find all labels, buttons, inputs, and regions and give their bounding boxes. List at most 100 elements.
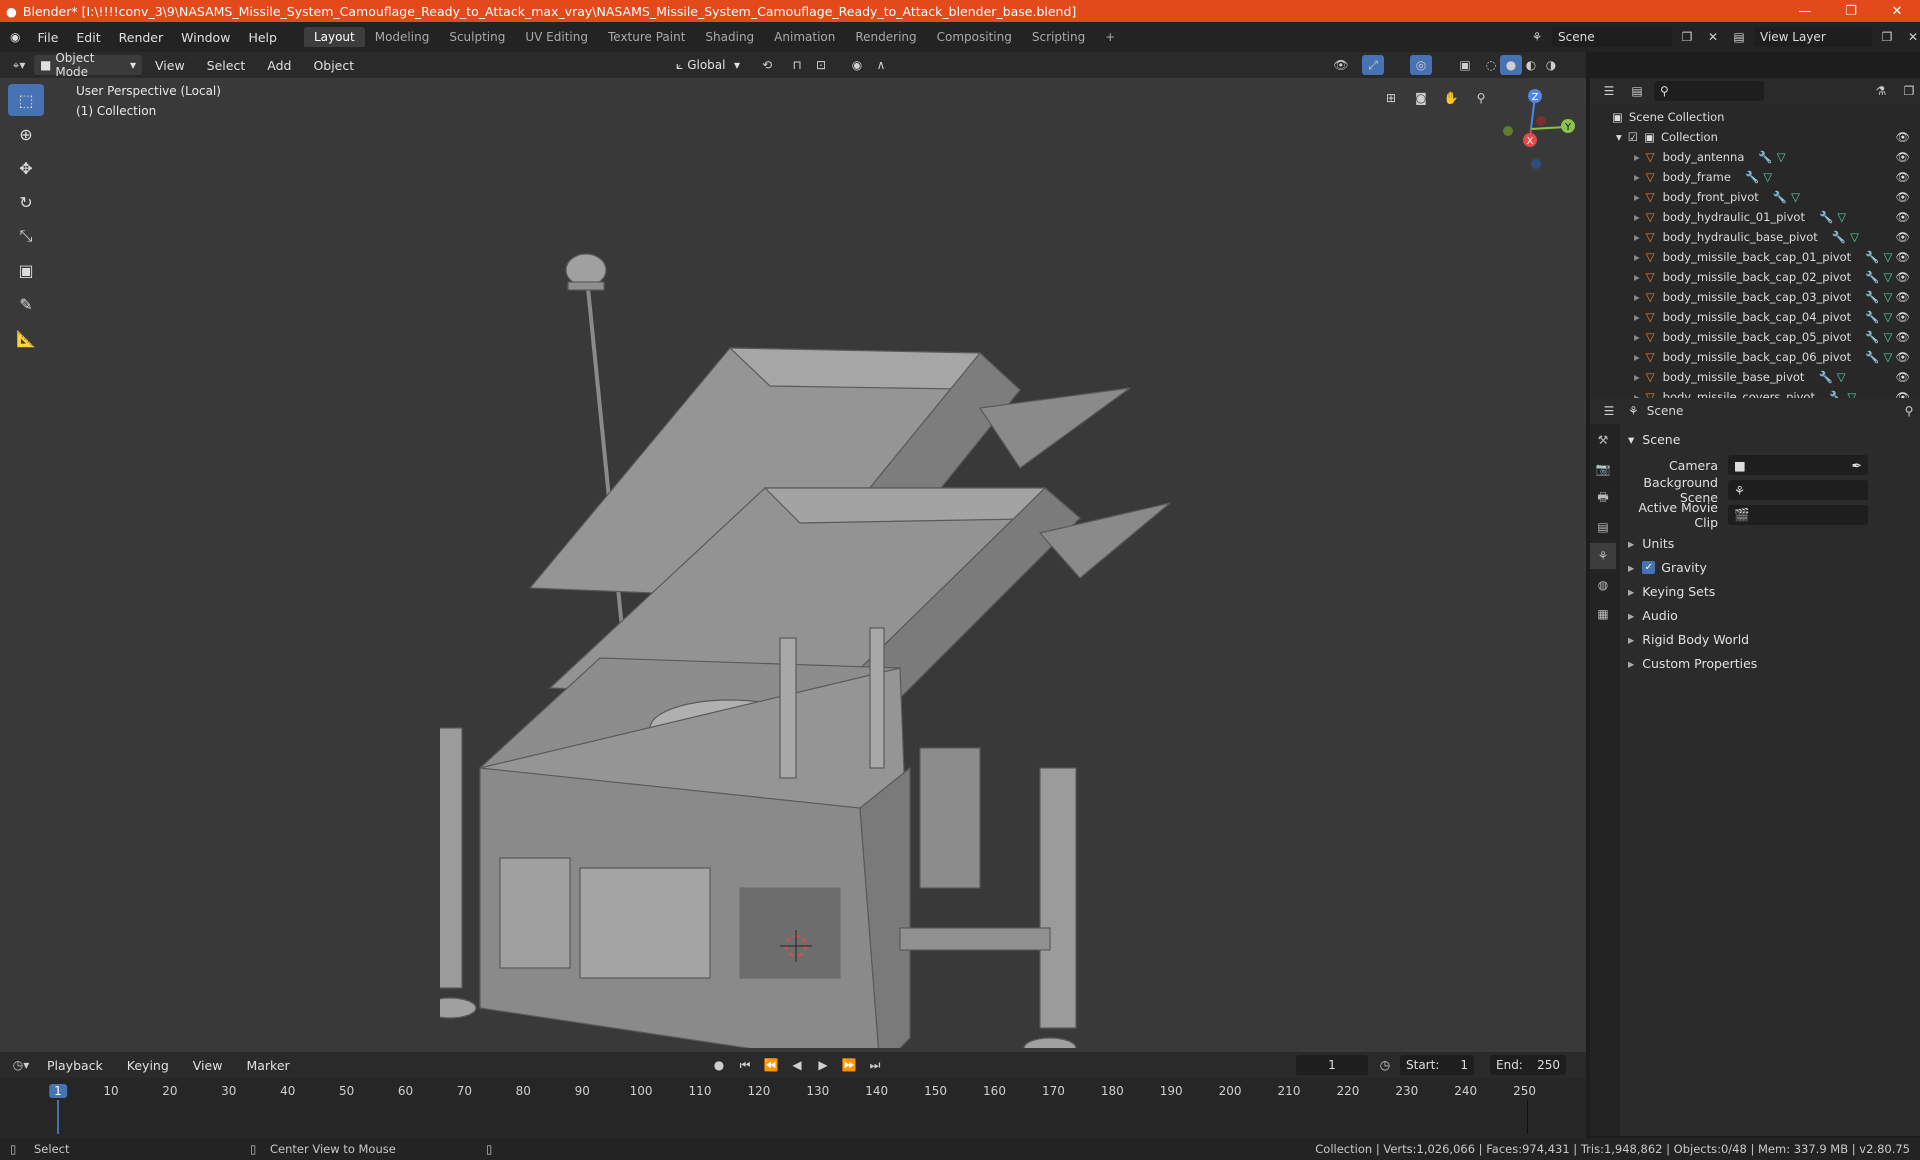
snap-target-icon[interactable]: ⊡ bbox=[810, 55, 832, 75]
eye-icon[interactable]: 👁 bbox=[1895, 130, 1910, 144]
modifier-icon[interactable]: 🔧 bbox=[1865, 250, 1879, 264]
mesh-data-icon[interactable]: ▽ bbox=[1883, 350, 1892, 364]
annotate-tool-icon[interactable]: ✎ bbox=[8, 288, 44, 320]
timeline-keying-menu[interactable]: Keying bbox=[118, 1058, 178, 1073]
eye-icon[interactable]: 👁 bbox=[1895, 170, 1910, 184]
object-mode-dropdown[interactable]: ■ Object Mode ▾ bbox=[34, 51, 142, 79]
outliner-item[interactable]: ▸ ▽ body_missile_back_cap_06_pivot 🔧 ▽ 👁 bbox=[1590, 347, 1920, 367]
modifier-icon[interactable]: 🔧 bbox=[1865, 350, 1879, 364]
render-tab-icon[interactable]: 📷 bbox=[1590, 456, 1616, 482]
prev-keyframe-icon[interactable]: ⏪ bbox=[760, 1055, 782, 1075]
menu-help[interactable]: Help bbox=[239, 30, 286, 45]
scale-tool-icon[interactable]: ⤡ bbox=[8, 220, 44, 252]
modifier-icon[interactable]: 🔧 bbox=[1745, 170, 1759, 184]
expand-arrow-icon[interactable]: ▸ bbox=[1634, 330, 1640, 344]
eye-icon[interactable]: 👁 bbox=[1895, 330, 1910, 344]
tab-animation[interactable]: Animation bbox=[764, 27, 845, 47]
modifier-icon[interactable]: 🔧 bbox=[1865, 330, 1879, 344]
outliner-item[interactable]: ▸ ▽ body_missile_back_cap_05_pivot 🔧 ▽ 👁 bbox=[1590, 327, 1920, 347]
blender-menu-icon[interactable]: ◉ bbox=[10, 30, 20, 44]
expand-arrow-icon[interactable]: ▸ bbox=[1634, 190, 1640, 204]
expand-arrow-icon[interactable]: ▸ bbox=[1634, 210, 1640, 224]
clock-icon[interactable]: ◷ bbox=[1374, 1055, 1396, 1075]
tab-texture-paint[interactable]: Texture Paint bbox=[598, 27, 695, 47]
close-button[interactable]: ✕ bbox=[1874, 0, 1920, 22]
expand-arrow-icon[interactable]: ▸ bbox=[1634, 230, 1640, 244]
world-tab-icon[interactable]: ◍ bbox=[1590, 572, 1616, 598]
snap-icon[interactable]: ⊓ bbox=[786, 55, 808, 75]
modifier-icon[interactable]: 🔧 bbox=[1865, 310, 1879, 324]
eye-icon[interactable]: 👁 bbox=[1895, 190, 1910, 204]
eye-icon[interactable]: 👁 bbox=[1895, 210, 1910, 224]
mesh-data-icon[interactable]: ▽ bbox=[1883, 310, 1892, 324]
timeline-playback-menu[interactable]: Playback bbox=[38, 1058, 112, 1073]
pan-hand-icon[interactable]: ✋ bbox=[1440, 88, 1462, 108]
rendered-shading-icon[interactable]: ◑ bbox=[1540, 55, 1562, 75]
mesh-data-icon[interactable]: ▽ bbox=[1883, 330, 1892, 344]
scene-panel-header[interactable]: ▾ Scene bbox=[1628, 428, 1920, 450]
xray-icon[interactable]: ▣ bbox=[1454, 55, 1476, 75]
missile-launcher-model[interactable] bbox=[440, 168, 1200, 1048]
modifier-icon[interactable]: 🔧 bbox=[1832, 230, 1846, 244]
camera-view-icon[interactable]: ◙ bbox=[1410, 88, 1432, 108]
wireframe-shading-icon[interactable]: ◌ bbox=[1480, 55, 1502, 75]
orientation-dropdown[interactable]: ⟀ Global ▾ bbox=[670, 55, 746, 75]
move-tool-icon[interactable]: ✥ bbox=[8, 152, 44, 184]
outliner-item[interactable]: ▸ ▽ body_hydraulic_base_pivot 🔧 ▽ 👁 bbox=[1590, 227, 1920, 247]
tab-shading[interactable]: Shading bbox=[695, 27, 764, 47]
scene-collection-row[interactable]: ▣ Scene Collection bbox=[1590, 107, 1920, 127]
mesh-data-icon[interactable]: ▽ bbox=[1883, 250, 1892, 264]
3d-viewport[interactable]: User Perspective (Local) (1) Collection … bbox=[0, 78, 1586, 1052]
expand-arrow-icon[interactable]: ▾ bbox=[1616, 130, 1622, 144]
rotate-tool-icon[interactable]: ↻ bbox=[8, 186, 44, 218]
expand-arrow-icon[interactable]: ▸ bbox=[1634, 150, 1640, 164]
expand-arrow-icon[interactable]: ▸ bbox=[1634, 170, 1640, 184]
pivot-icon[interactable]: ⟲ bbox=[756, 55, 778, 75]
scene-tab-icon[interactable]: ⚘ bbox=[1590, 543, 1616, 569]
eye-icon[interactable]: 👁 bbox=[1895, 150, 1910, 164]
eye-icon[interactable]: 👁 bbox=[1895, 370, 1910, 384]
mesh-data-icon[interactable]: ▽ bbox=[1791, 190, 1800, 204]
next-keyframe-icon[interactable]: ⏩ bbox=[838, 1055, 860, 1075]
eye-icon[interactable]: 👁 bbox=[1895, 230, 1910, 244]
camera-field[interactable]: ■ ✒ bbox=[1728, 455, 1868, 475]
outliner-item[interactable]: ▸ ▽ body_antenna 🔧 ▽ 👁 bbox=[1590, 147, 1920, 167]
mesh-data-icon[interactable]: ▽ bbox=[1837, 210, 1846, 224]
expand-arrow-icon[interactable]: ▸ bbox=[1634, 310, 1640, 324]
subpanel-custom-properties[interactable]: ▸ Custom Properties bbox=[1628, 652, 1920, 674]
end-frame-field[interactable]: End: 250 bbox=[1490, 1055, 1566, 1075]
collection-row[interactable]: ▾ ☑ ▣ Collection 👁 bbox=[1590, 127, 1920, 147]
mesh-data-icon[interactable]: ▽ bbox=[1850, 230, 1859, 244]
grid-view-icon[interactable]: ⊞ bbox=[1380, 88, 1402, 108]
new-scene-icon[interactable]: ❐ bbox=[1676, 27, 1698, 47]
modifier-icon[interactable]: 🔧 bbox=[1865, 270, 1879, 284]
view-layer-icon[interactable]: ▤ bbox=[1728, 27, 1750, 47]
tab-scripting[interactable]: Scripting bbox=[1022, 27, 1095, 47]
add-workspace-button[interactable]: + bbox=[1095, 27, 1125, 47]
proportional-edit-icon[interactable]: ◉ bbox=[846, 55, 868, 75]
select-box-icon[interactable]: ⬚ bbox=[8, 84, 44, 116]
expand-arrow-icon[interactable]: ▸ bbox=[1634, 270, 1640, 284]
record-button-icon[interactable]: ● bbox=[708, 1055, 730, 1075]
overlay-toggle-icon[interactable]: ◎ bbox=[1410, 55, 1432, 75]
tab-compositing[interactable]: Compositing bbox=[927, 27, 1022, 47]
tab-rendering[interactable]: Rendering bbox=[845, 27, 926, 47]
outliner-item[interactable]: ▸ ▽ body_missile_back_cap_01_pivot 🔧 ▽ 👁 bbox=[1590, 247, 1920, 267]
eye-icon[interactable]: 👁 bbox=[1895, 250, 1910, 264]
expand-arrow-icon[interactable]: ▸ bbox=[1634, 250, 1640, 264]
subpanel-keying-sets[interactable]: ▸ Keying Sets bbox=[1628, 580, 1920, 602]
timeline-ruler[interactable]: 1 10 20 30 40 50 60 70 80 90 100 110 120 130 140 150 160… bbox=[0, 1078, 1586, 1138]
gizmo-toggle-icon[interactable]: ⤢ bbox=[1362, 55, 1384, 75]
minimize-button[interactable]: — bbox=[1782, 0, 1828, 22]
subpanel-rigid-body-world[interactable]: ▸ Rigid Body World bbox=[1628, 628, 1920, 650]
expand-arrow-icon[interactable]: ▸ bbox=[1634, 350, 1640, 364]
new-view-layer-icon[interactable]: ❐ bbox=[1876, 27, 1898, 47]
menu-edit[interactable]: Edit bbox=[67, 30, 109, 45]
delete-scene-icon[interactable]: ✕ bbox=[1702, 27, 1724, 47]
subpanel-audio[interactable]: ▸ Audio bbox=[1628, 604, 1920, 626]
mesh-data-icon[interactable]: ▽ bbox=[1777, 150, 1786, 164]
tab-sculpting[interactable]: Sculpting bbox=[439, 27, 515, 47]
gravity-checkbox[interactable]: ✓ bbox=[1642, 560, 1656, 574]
material-shading-icon[interactable]: ◐ bbox=[1520, 55, 1542, 75]
subpanel-gravity[interactable]: ▸ ✓ Gravity bbox=[1628, 556, 1920, 578]
